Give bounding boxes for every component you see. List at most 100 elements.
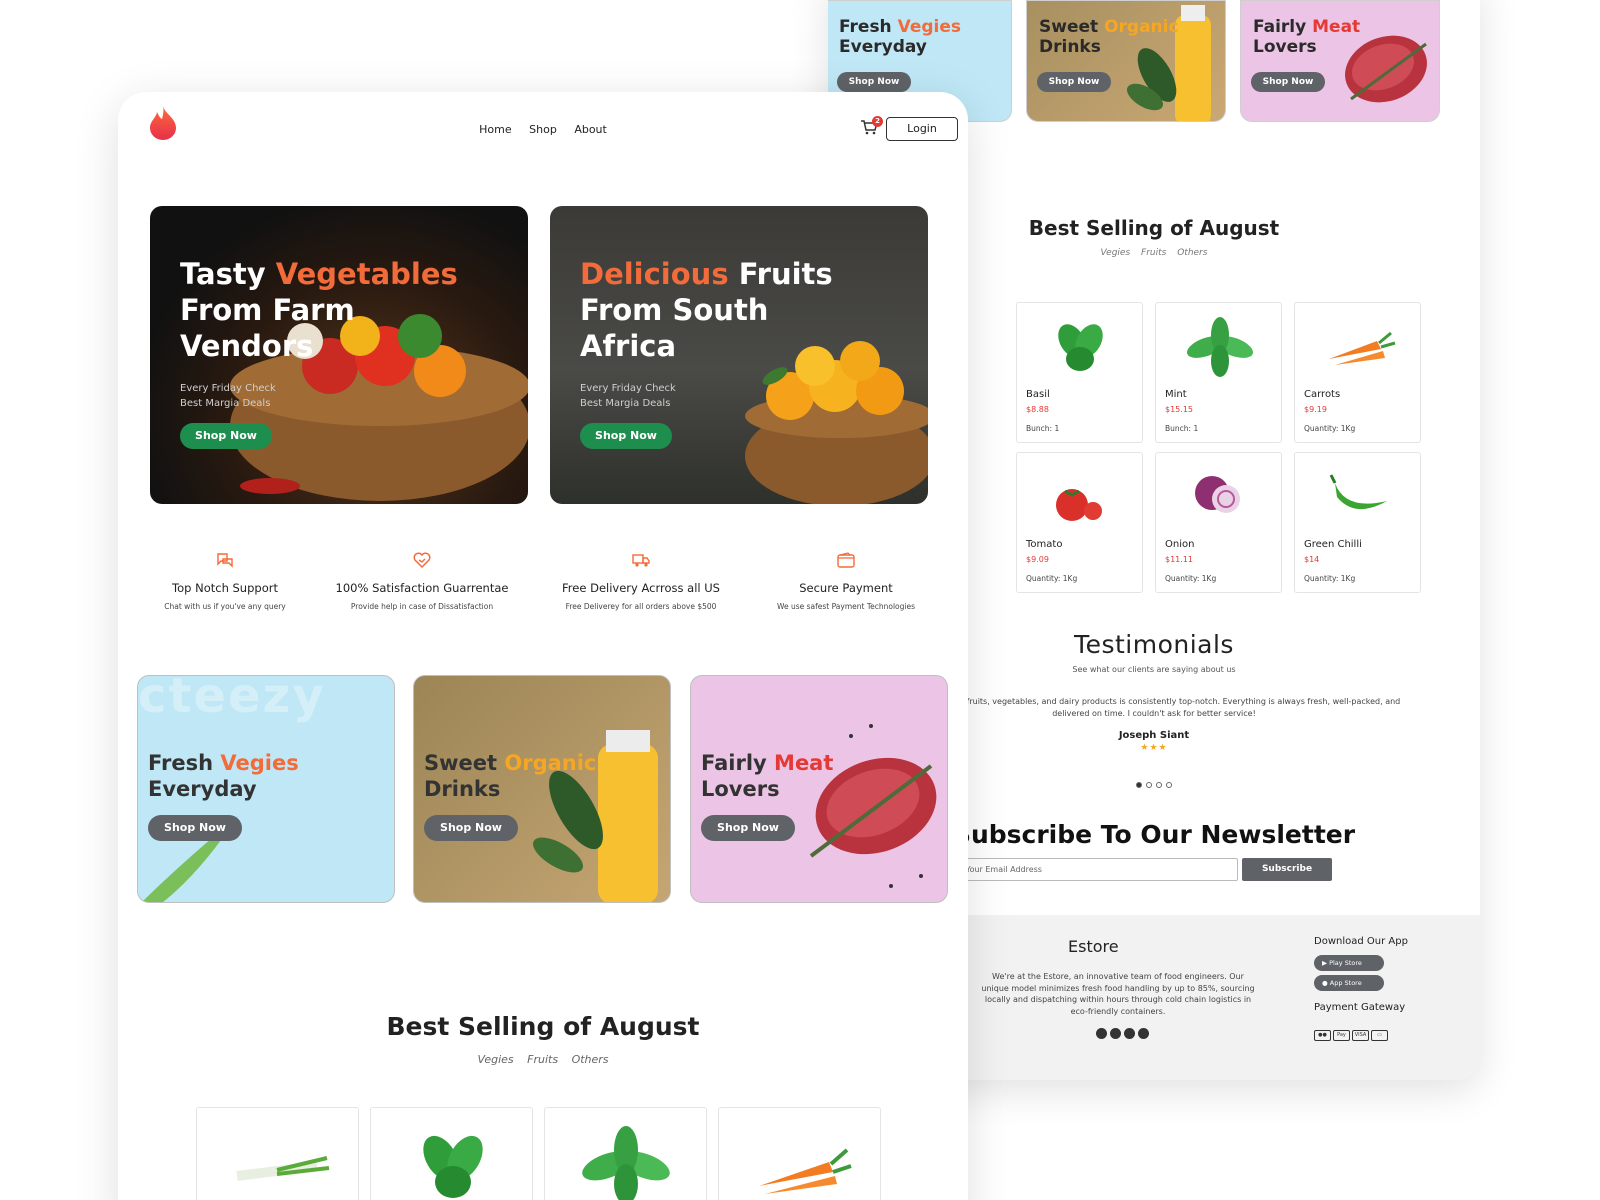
category-tabs: Vegies Fruits Others — [118, 1053, 968, 1066]
basil-icon — [1058, 324, 1103, 371]
nav-about[interactable]: About — [574, 123, 607, 136]
payment-methods: ●● Pay VISA ▭ — [1314, 1021, 1390, 1041]
feature-title: Free Delivery Acrross all US — [562, 581, 720, 595]
promo-title: Fairly Meat Lovers — [1253, 17, 1361, 57]
shop-now-button[interactable]: Shop Now — [837, 72, 911, 92]
twitter-icon[interactable] — [1138, 1028, 1149, 1039]
product-card[interactable] — [544, 1107, 707, 1200]
product-name: Tomato — [1026, 539, 1063, 550]
tab-vegies[interactable]: Vegies — [477, 1053, 513, 1066]
product-price: $14 — [1304, 555, 1320, 564]
product-quantity: Bunch: 1 — [1026, 424, 1060, 433]
payment-gateway-label: Payment Gateway — [1314, 1002, 1406, 1013]
product-card[interactable]: Mint $15.15 Bunch: 1 — [1155, 302, 1282, 443]
facebook-icon[interactable] — [1096, 1028, 1107, 1039]
promo-card-drinks[interactable]: Sweet Organic Drinks Shop Now — [413, 675, 671, 903]
shop-now-button[interactable]: Shop Now — [580, 423, 672, 449]
feature-payment: Secure Payment We use safest Payment Tec… — [746, 550, 946, 611]
promo-title: Sweet Organic Drinks — [424, 751, 597, 801]
pinterest-icon[interactable] — [1124, 1028, 1135, 1039]
product-price: $11.11 — [1165, 555, 1193, 564]
product-card[interactable] — [370, 1107, 533, 1200]
testimonial-quote: of Fresh Bite's fruits, vegetables, and … — [907, 697, 1401, 718]
feature-desc: Provide help in case of Dissatisfaction — [350, 602, 494, 611]
carousel-dot[interactable] — [1136, 782, 1142, 788]
watermark: cteezy — [138, 675, 326, 724]
shop-now-button[interactable]: Shop Now — [1037, 72, 1111, 92]
footer-brand: Estore — [1068, 937, 1119, 956]
product-quantity: Quantity: 1Kg — [1304, 424, 1356, 433]
subscribe-button[interactable]: Subscribe — [1242, 858, 1332, 881]
feature-title: 100% Satisfaction Guarrentae — [335, 581, 509, 595]
nav-home[interactable]: Home — [479, 123, 511, 136]
carousel-dot[interactable] — [1146, 782, 1152, 788]
tab-others[interactable]: Others — [1177, 248, 1207, 258]
feature-desc: Free Deliverey for all orders above $500 — [565, 602, 717, 611]
shop-now-button[interactable]: Shop Now — [1251, 72, 1325, 92]
email-input[interactable]: er Your Email Address — [948, 858, 1238, 881]
promo-card-vegies[interactable]: cteezy Fresh Vegies Everyday Shop Now — [137, 675, 395, 903]
promo-title: Fairly Meat Lovers — [701, 751, 834, 801]
promo-card-drinks[interactable]: Sweet Organic Drinks Shop Now — [1026, 0, 1226, 122]
promo-card-meat[interactable]: Fairly Meat Lovers Shop Now — [1240, 0, 1440, 122]
product-card[interactable]: Basil $8.88 Bunch: 1 — [1016, 302, 1143, 443]
product-name: Mint — [1165, 389, 1187, 400]
best-selling-section: Best Selling of August Vegies Fruits Oth… — [118, 1012, 968, 1066]
product-quantity: Quantity: 1Kg — [1304, 574, 1356, 583]
mint-icon — [582, 1126, 670, 1200]
product-quantity: Bunch: 1 — [1165, 424, 1199, 433]
hero-card-vegetables[interactable]: Tasty Vegetables From Farm Vendors Every F… — [150, 206, 528, 504]
download-app-label: Download Our App — [1314, 936, 1408, 947]
carousel-dot[interactable] — [1156, 782, 1162, 788]
tab-vegies[interactable]: Vegies — [1101, 248, 1131, 258]
product-name: Basil — [1026, 389, 1050, 400]
chilli-icon — [1329, 474, 1387, 510]
shop-now-button[interactable]: Shop Now — [701, 815, 795, 841]
tab-others[interactable]: Others — [572, 1053, 609, 1066]
product-price: $15.15 — [1165, 405, 1193, 414]
product-quantity: Quantity: 1Kg — [1026, 574, 1078, 583]
product-name: Onion — [1165, 539, 1195, 550]
carrot-icon — [1329, 331, 1396, 365]
product-quantity: Quantity: 1Kg — [1165, 574, 1217, 583]
login-button[interactable]: Login — [886, 117, 958, 141]
main-nav: Home Shop About — [118, 123, 968, 136]
play-store-button[interactable]: ▶ Play Store — [1314, 955, 1384, 971]
shop-now-button[interactable]: Shop Now — [148, 815, 242, 841]
product-price: $9.09 — [1026, 555, 1049, 564]
visa-icon: VISA — [1352, 1030, 1369, 1041]
product-price: $8.88 — [1026, 405, 1049, 414]
product-card[interactable]: Green Chilli $14 Quantity: 1Kg — [1294, 452, 1421, 593]
front-page: Home Shop About 2 Login Tasty Vegetables… — [118, 92, 968, 1200]
app-store-button[interactable]: ● App Store — [1314, 975, 1384, 991]
section-title: Best Selling of August — [386, 1012, 700, 1041]
spring-onion-icon — [236, 1156, 330, 1181]
mint-icon — [1186, 317, 1254, 377]
product-card[interactable]: Onion $11.11 Quantity: 1Kg — [1155, 452, 1282, 593]
product-name: Carrots — [1304, 389, 1341, 400]
feature-title: Top Notch Support — [172, 581, 278, 595]
tab-fruits[interactable]: Fruits — [527, 1053, 558, 1066]
hero-headline: Tasty Vegetables From Farm Vendors — [180, 257, 458, 363]
product-card[interactable] — [718, 1107, 881, 1200]
cart-count-badge: 2 — [872, 116, 883, 127]
onion-icon — [1195, 476, 1240, 513]
hero-subtext: Every Friday Check Best Margia Deals — [180, 383, 276, 409]
card-icon: ▭ — [1371, 1030, 1388, 1041]
basil-icon — [423, 1135, 483, 1198]
product-card[interactable] — [196, 1107, 359, 1200]
product-card[interactable]: Carrots $9.19 Quantity: 1Kg — [1294, 302, 1421, 443]
product-card[interactable]: Tomato $9.09 Quantity: 1Kg — [1016, 452, 1143, 593]
shop-now-button[interactable]: Shop Now — [424, 815, 518, 841]
carousel-dot[interactable] — [1166, 782, 1172, 788]
nav-shop[interactable]: Shop — [529, 123, 557, 136]
steak-image — [809, 724, 937, 888]
feature-satisfaction: 100% Satisfaction Guarrentae Provide hel… — [322, 550, 522, 611]
shop-now-button[interactable]: Shop Now — [180, 423, 272, 449]
tab-fruits[interactable]: Fruits — [1141, 248, 1166, 258]
promo-card-meat[interactable]: Fairly Meat Lovers Shop Now — [690, 675, 948, 903]
hero-headline: Delicious Fruits From South Africa — [580, 257, 833, 363]
feature-title: Secure Payment — [799, 581, 893, 595]
instagram-icon[interactable] — [1110, 1028, 1121, 1039]
hero-card-fruits[interactable]: Delicious Fruits From South Africa Every F… — [550, 206, 928, 504]
